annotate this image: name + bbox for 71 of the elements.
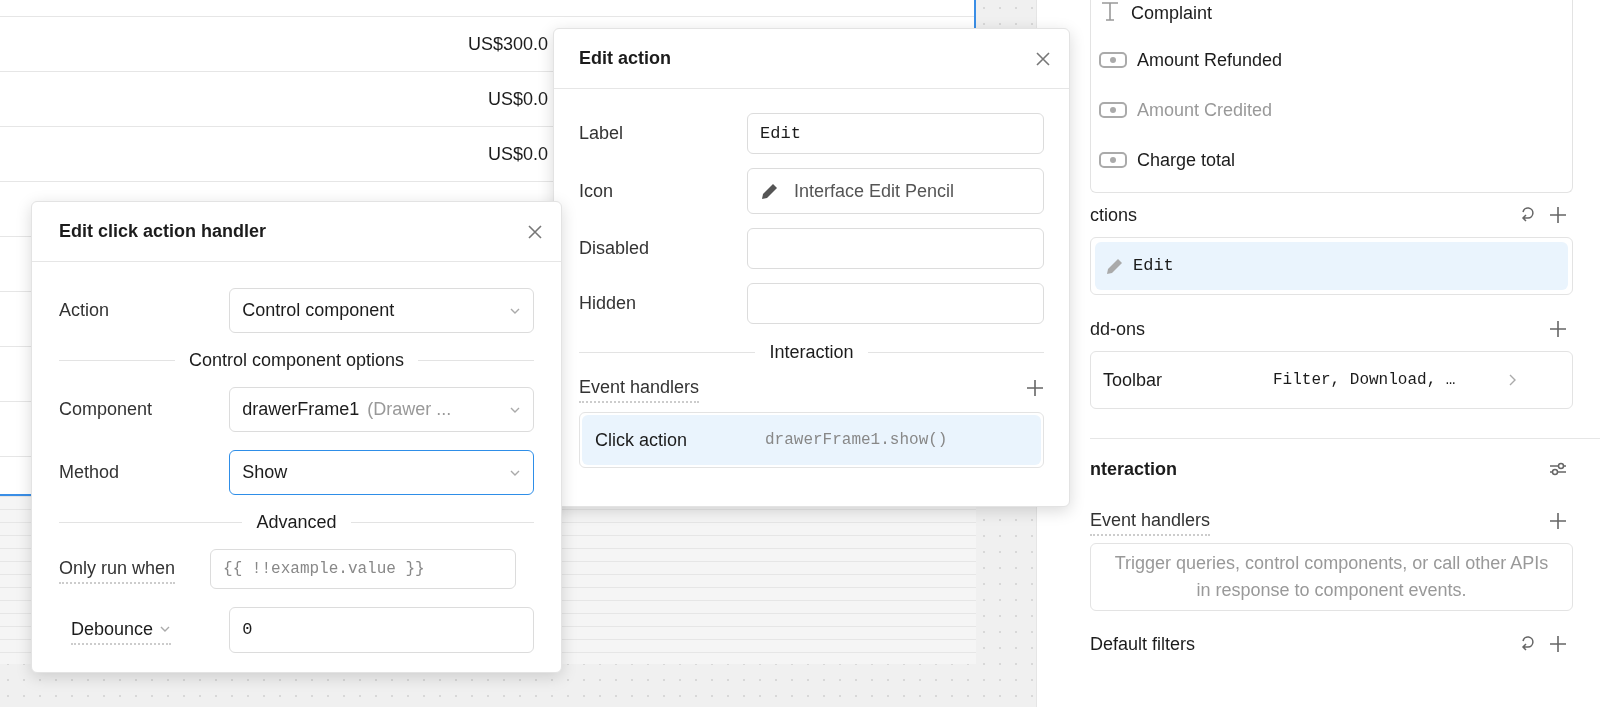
- banknote-icon: [1099, 151, 1127, 169]
- table-cell-text: US$0.0: [487, 87, 548, 111]
- table-cell-text: US$300.0: [467, 32, 548, 56]
- plus-icon: [1026, 379, 1044, 397]
- addon-value: Filter, Download, …: [1273, 370, 1457, 391]
- field-label: Action: [59, 299, 111, 322]
- select-field[interactable]: Show: [229, 450, 534, 495]
- plus-icon: [1549, 512, 1567, 530]
- reset-button[interactable]: [1519, 635, 1537, 653]
- settings-button[interactable]: [1549, 460, 1567, 478]
- add-button[interactable]: [1549, 206, 1567, 224]
- section-divider-label: Control component options: [188, 348, 405, 372]
- input-field[interactable]: [747, 228, 1044, 269]
- plus-icon: [1549, 320, 1567, 338]
- field-label: Hidden: [579, 292, 638, 315]
- plus-icon: [1549, 206, 1567, 224]
- section-title: ctions: [1090, 203, 1138, 227]
- section-title: nteraction: [1090, 457, 1177, 481]
- chevron-down-icon: [509, 468, 521, 477]
- add-button[interactable]: [1549, 512, 1567, 530]
- field-label: Label: [579, 122, 625, 145]
- dropdown-button[interactable]: Debounce: [59, 615, 230, 645]
- section-title: Default filters: [1090, 632, 1196, 656]
- section-divider-label: Advanced: [256, 510, 337, 534]
- add-button[interactable]: [1549, 635, 1567, 653]
- field-label: Icon: [579, 179, 615, 203]
- close-icon: [1035, 50, 1051, 67]
- text-type-icon: [1099, 0, 1121, 22]
- select-field[interactable]: drawerFrame1 (Drawer ...: [229, 387, 534, 432]
- event-handler-row[interactable]: Click action drawerFrame1.show(): [582, 415, 1041, 465]
- sliders-icon: [1549, 460, 1567, 478]
- field-label: Disabled: [579, 237, 651, 260]
- empty-state-text: Trigger queries, control components, or call other APIs in response to component events.: [1090, 543, 1573, 611]
- input-field[interactable]: {{ !!example.value }}: [210, 549, 517, 589]
- section-title: Event handlers: [1090, 506, 1211, 536]
- field-label: Method: [59, 461, 121, 484]
- column-item[interactable]: Complaint: [1131, 0, 1213, 27]
- section-divider-label: Interaction: [769, 340, 854, 364]
- banknote-icon: [1099, 51, 1127, 69]
- input-field[interactable]: 0: [229, 607, 534, 653]
- field-label: Component: [59, 398, 154, 421]
- add-button[interactable]: [1549, 320, 1567, 338]
- banknote-icon: [1099, 101, 1127, 119]
- plus-icon: [1549, 635, 1567, 653]
- revert-icon: [1519, 206, 1537, 224]
- chevron-down-icon: [509, 405, 521, 414]
- input-field[interactable]: [747, 283, 1044, 324]
- column-item[interactable]: Amount Refunded: [1137, 46, 1283, 74]
- revert-icon: [1519, 635, 1537, 653]
- column-item[interactable]: Charge total: [1137, 146, 1236, 174]
- dialog-title: Edit action: [579, 47, 671, 70]
- select-field[interactable]: Control component: [229, 288, 534, 333]
- addon-name: Toolbar: [1103, 368, 1164, 392]
- add-button[interactable]: [1026, 379, 1044, 397]
- close-button[interactable]: [1035, 50, 1051, 67]
- close-button[interactable]: [527, 223, 543, 240]
- input-field[interactable]: Edit: [747, 113, 1044, 154]
- chevron-down-icon: [509, 306, 521, 315]
- pencil-icon: [1105, 256, 1125, 276]
- action-item[interactable]: Edit: [1095, 242, 1568, 290]
- chevron-right-icon: [1508, 374, 1516, 386]
- field-label: Only run when: [59, 554, 176, 584]
- reset-button[interactable]: [1519, 206, 1537, 224]
- section-title: Event handlers: [579, 373, 700, 403]
- chevron-down-icon: [159, 625, 172, 633]
- close-icon: [527, 223, 543, 240]
- table-cell-text: US$0.0: [487, 142, 548, 166]
- input-field[interactable]: Interface Edit Pencil: [747, 168, 1044, 214]
- addon-row[interactable]: Toolbar Filter, Download, …: [1090, 351, 1573, 409]
- dialog-title: Edit click action handler: [59, 220, 267, 243]
- section-title: dd-ons: [1090, 317, 1146, 341]
